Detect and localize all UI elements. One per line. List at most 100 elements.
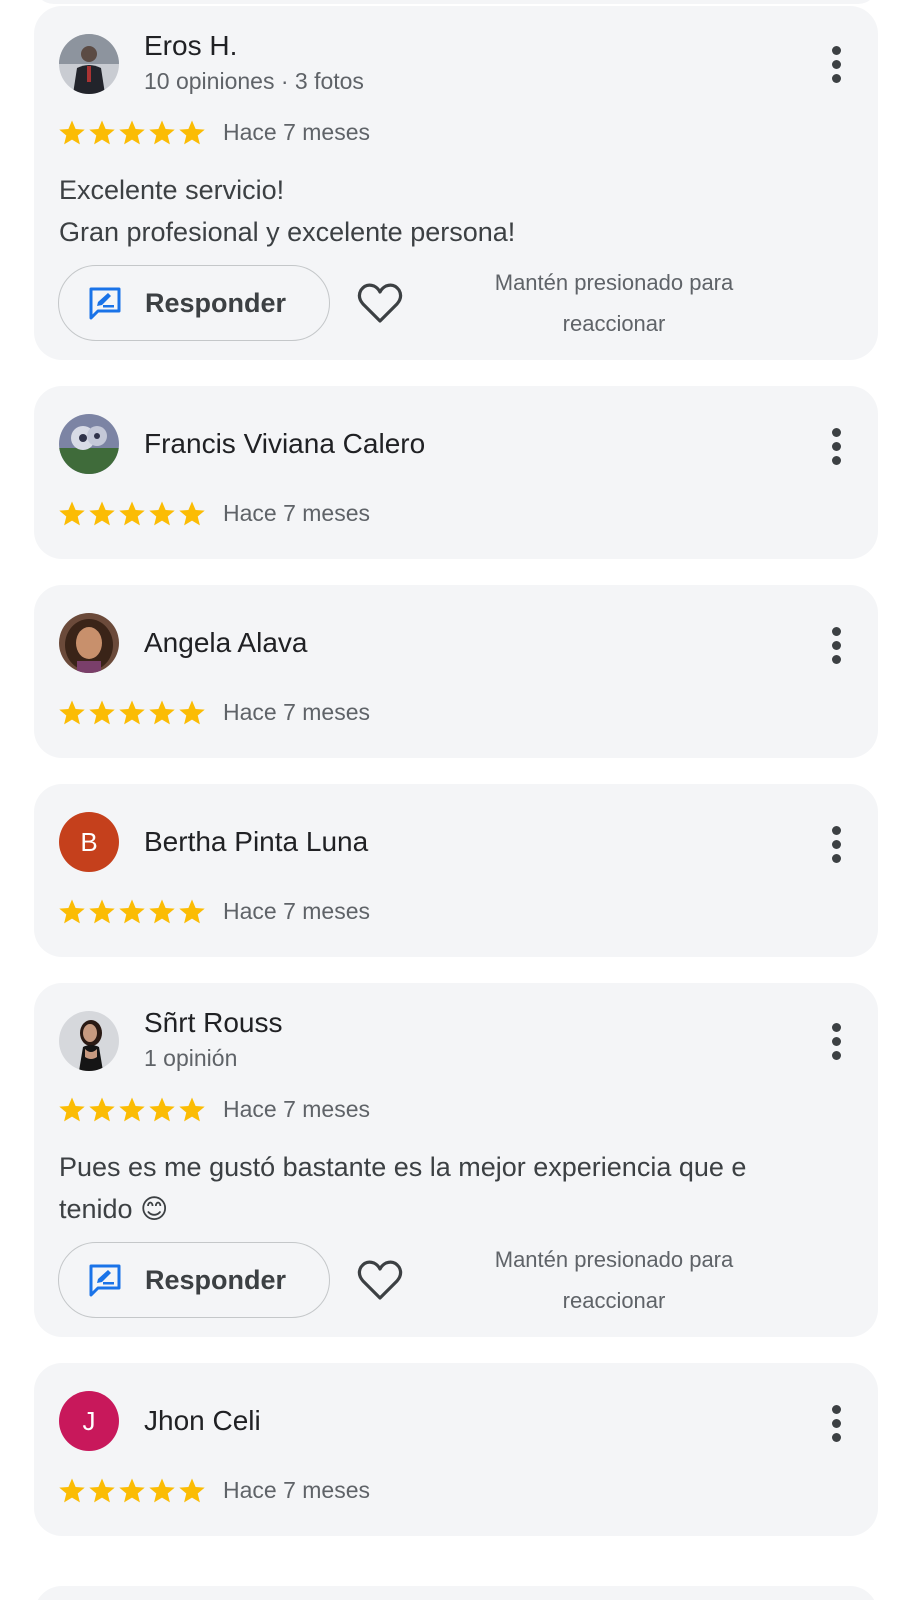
rating-row: Hace 7 meses bbox=[58, 1475, 370, 1505]
reviewer-avatar[interactable] bbox=[59, 414, 119, 474]
avatar-letter: B bbox=[80, 826, 98, 857]
star-icon bbox=[59, 1478, 85, 1502]
reaction-hint-line: Mantén presionado para bbox=[494, 270, 734, 295]
review-card: Angela Alava Hace 7 meses bbox=[34, 585, 878, 758]
reviewer-name[interactable]: Angela Alava bbox=[144, 627, 307, 659]
avatar-letter: J bbox=[82, 1405, 96, 1436]
star-icon bbox=[89, 120, 115, 144]
review-text-line: Excelente servicio! bbox=[59, 175, 285, 205]
review-text: Pues es me gustó bastante es la mejor ex… bbox=[59, 1146, 848, 1230]
star-icon bbox=[59, 700, 85, 724]
star-icon bbox=[119, 501, 145, 525]
star-icon bbox=[89, 1097, 115, 1121]
heart-icon[interactable] bbox=[357, 281, 403, 325]
reaction-hint-line: reaccionar bbox=[562, 311, 666, 336]
star-icon bbox=[59, 120, 85, 144]
star-icon bbox=[149, 1478, 175, 1502]
reply-icon bbox=[89, 1264, 121, 1297]
reviews-list: Eros H. 10 opiniones · 3 fotos Hace 7 me… bbox=[0, 0, 913, 1600]
star-rating bbox=[58, 119, 206, 146]
reply-button-label: Responder bbox=[145, 287, 287, 318]
rating-row: Hace 7 meses bbox=[58, 896, 370, 926]
star-icon bbox=[89, 899, 115, 923]
avatar-photo-icon bbox=[59, 414, 119, 474]
star-icon bbox=[119, 1478, 145, 1502]
review-date: Hace 7 meses bbox=[223, 897, 371, 924]
more-options-icon[interactable] bbox=[830, 1023, 842, 1063]
more-options-icon[interactable] bbox=[830, 826, 842, 866]
reviewer-name[interactable]: Bertha Pinta Luna bbox=[144, 826, 368, 858]
rating-row: Hace 7 meses bbox=[58, 498, 370, 528]
reviewer-meta: 1 opinión bbox=[144, 1045, 238, 1071]
reviewer-name[interactable]: Francis Viviana Calero bbox=[144, 428, 425, 460]
review-text-line: tenido 😊 bbox=[59, 1194, 169, 1224]
heart-icon[interactable] bbox=[357, 1258, 403, 1302]
reviewer-name[interactable]: Jhon Celi bbox=[144, 1405, 261, 1437]
star-rating bbox=[58, 898, 206, 925]
reply-button[interactable]: Responder bbox=[58, 1242, 330, 1318]
review-card: Francis Viviana Calero Hace 7 meses bbox=[34, 386, 878, 559]
star-rating bbox=[58, 1096, 206, 1123]
star-icon bbox=[119, 899, 145, 923]
star-icon bbox=[59, 1097, 85, 1121]
rating-row: Hace 7 meses bbox=[58, 697, 370, 727]
review-card: J Jhon Celi Hace 7 meses bbox=[34, 1363, 878, 1536]
reaction-hint-line: reaccionar bbox=[562, 1288, 666, 1313]
reviewer-avatar[interactable] bbox=[59, 1011, 119, 1071]
review-card: Eros H. 10 opiniones · 3 fotos Hace 7 me… bbox=[34, 6, 878, 360]
more-options-icon[interactable] bbox=[830, 627, 842, 667]
reviewer-meta: 10 opiniones · 3 fotos bbox=[144, 68, 364, 94]
reaction-hint: Mantén presionado para reaccionar bbox=[454, 262, 774, 344]
reviewer-name[interactable]: Sñrt Rouss bbox=[144, 1007, 283, 1039]
reply-icon bbox=[89, 287, 121, 320]
star-icon bbox=[59, 899, 85, 923]
more-options-icon[interactable] bbox=[830, 1405, 842, 1445]
reaction-hint: Mantén presionado para reaccionar bbox=[454, 1239, 774, 1321]
reviewer-name[interactable]: Eros H. bbox=[144, 30, 237, 62]
avatar-photo-icon bbox=[59, 34, 119, 94]
reviewer-avatar[interactable] bbox=[59, 613, 119, 673]
reply-button-label: Responder bbox=[145, 1264, 287, 1295]
review-date: Hace 7 meses bbox=[223, 499, 371, 526]
review-date: Hace 7 meses bbox=[223, 1476, 371, 1503]
reviewer-avatar[interactable]: J bbox=[59, 1391, 119, 1451]
rating-row: Hace 7 meses bbox=[58, 117, 370, 147]
star-icon bbox=[179, 1097, 205, 1121]
star-icon bbox=[149, 700, 175, 724]
more-options-icon[interactable] bbox=[830, 46, 842, 86]
star-icon bbox=[119, 120, 145, 144]
star-icon bbox=[59, 501, 85, 525]
reviewer-avatar[interactable]: B bbox=[59, 812, 119, 872]
star-icon bbox=[89, 1478, 115, 1502]
star-icon bbox=[179, 120, 205, 144]
reviewer-avatar[interactable] bbox=[59, 34, 119, 94]
more-options-icon[interactable] bbox=[830, 428, 842, 468]
reaction-hint-line: Mantén presionado para bbox=[494, 1247, 734, 1272]
star-icon bbox=[179, 899, 205, 923]
review-card: B Bertha Pinta Luna Hace 7 meses bbox=[34, 784, 878, 957]
star-icon bbox=[179, 700, 205, 724]
review-text-line: Gran profesional y excelente persona! bbox=[59, 217, 516, 247]
review-date: Hace 7 meses bbox=[223, 698, 371, 725]
previous-card-edge bbox=[34, 0, 878, 4]
rating-row: Hace 7 meses bbox=[58, 1094, 370, 1124]
star-icon bbox=[179, 1478, 205, 1502]
star-rating bbox=[58, 500, 206, 527]
next-card-edge bbox=[34, 1586, 878, 1600]
star-icon bbox=[119, 1097, 145, 1121]
star-icon bbox=[89, 501, 115, 525]
star-icon bbox=[149, 501, 175, 525]
star-icon bbox=[149, 120, 175, 144]
review-date: Hace 7 meses bbox=[223, 118, 371, 145]
star-rating bbox=[58, 1477, 206, 1504]
star-rating bbox=[58, 699, 206, 726]
star-icon bbox=[89, 700, 115, 724]
review-card: Sñrt Rouss 1 opinión Hace 7 meses Pues e… bbox=[34, 983, 878, 1337]
star-icon bbox=[179, 501, 205, 525]
avatar-photo-icon bbox=[59, 1011, 119, 1071]
star-icon bbox=[149, 1097, 175, 1121]
reply-button[interactable]: Responder bbox=[58, 265, 330, 341]
review-text: Excelente servicio! Gran profesional y e… bbox=[59, 169, 848, 253]
review-date: Hace 7 meses bbox=[223, 1095, 371, 1122]
avatar-photo-icon bbox=[59, 613, 119, 673]
